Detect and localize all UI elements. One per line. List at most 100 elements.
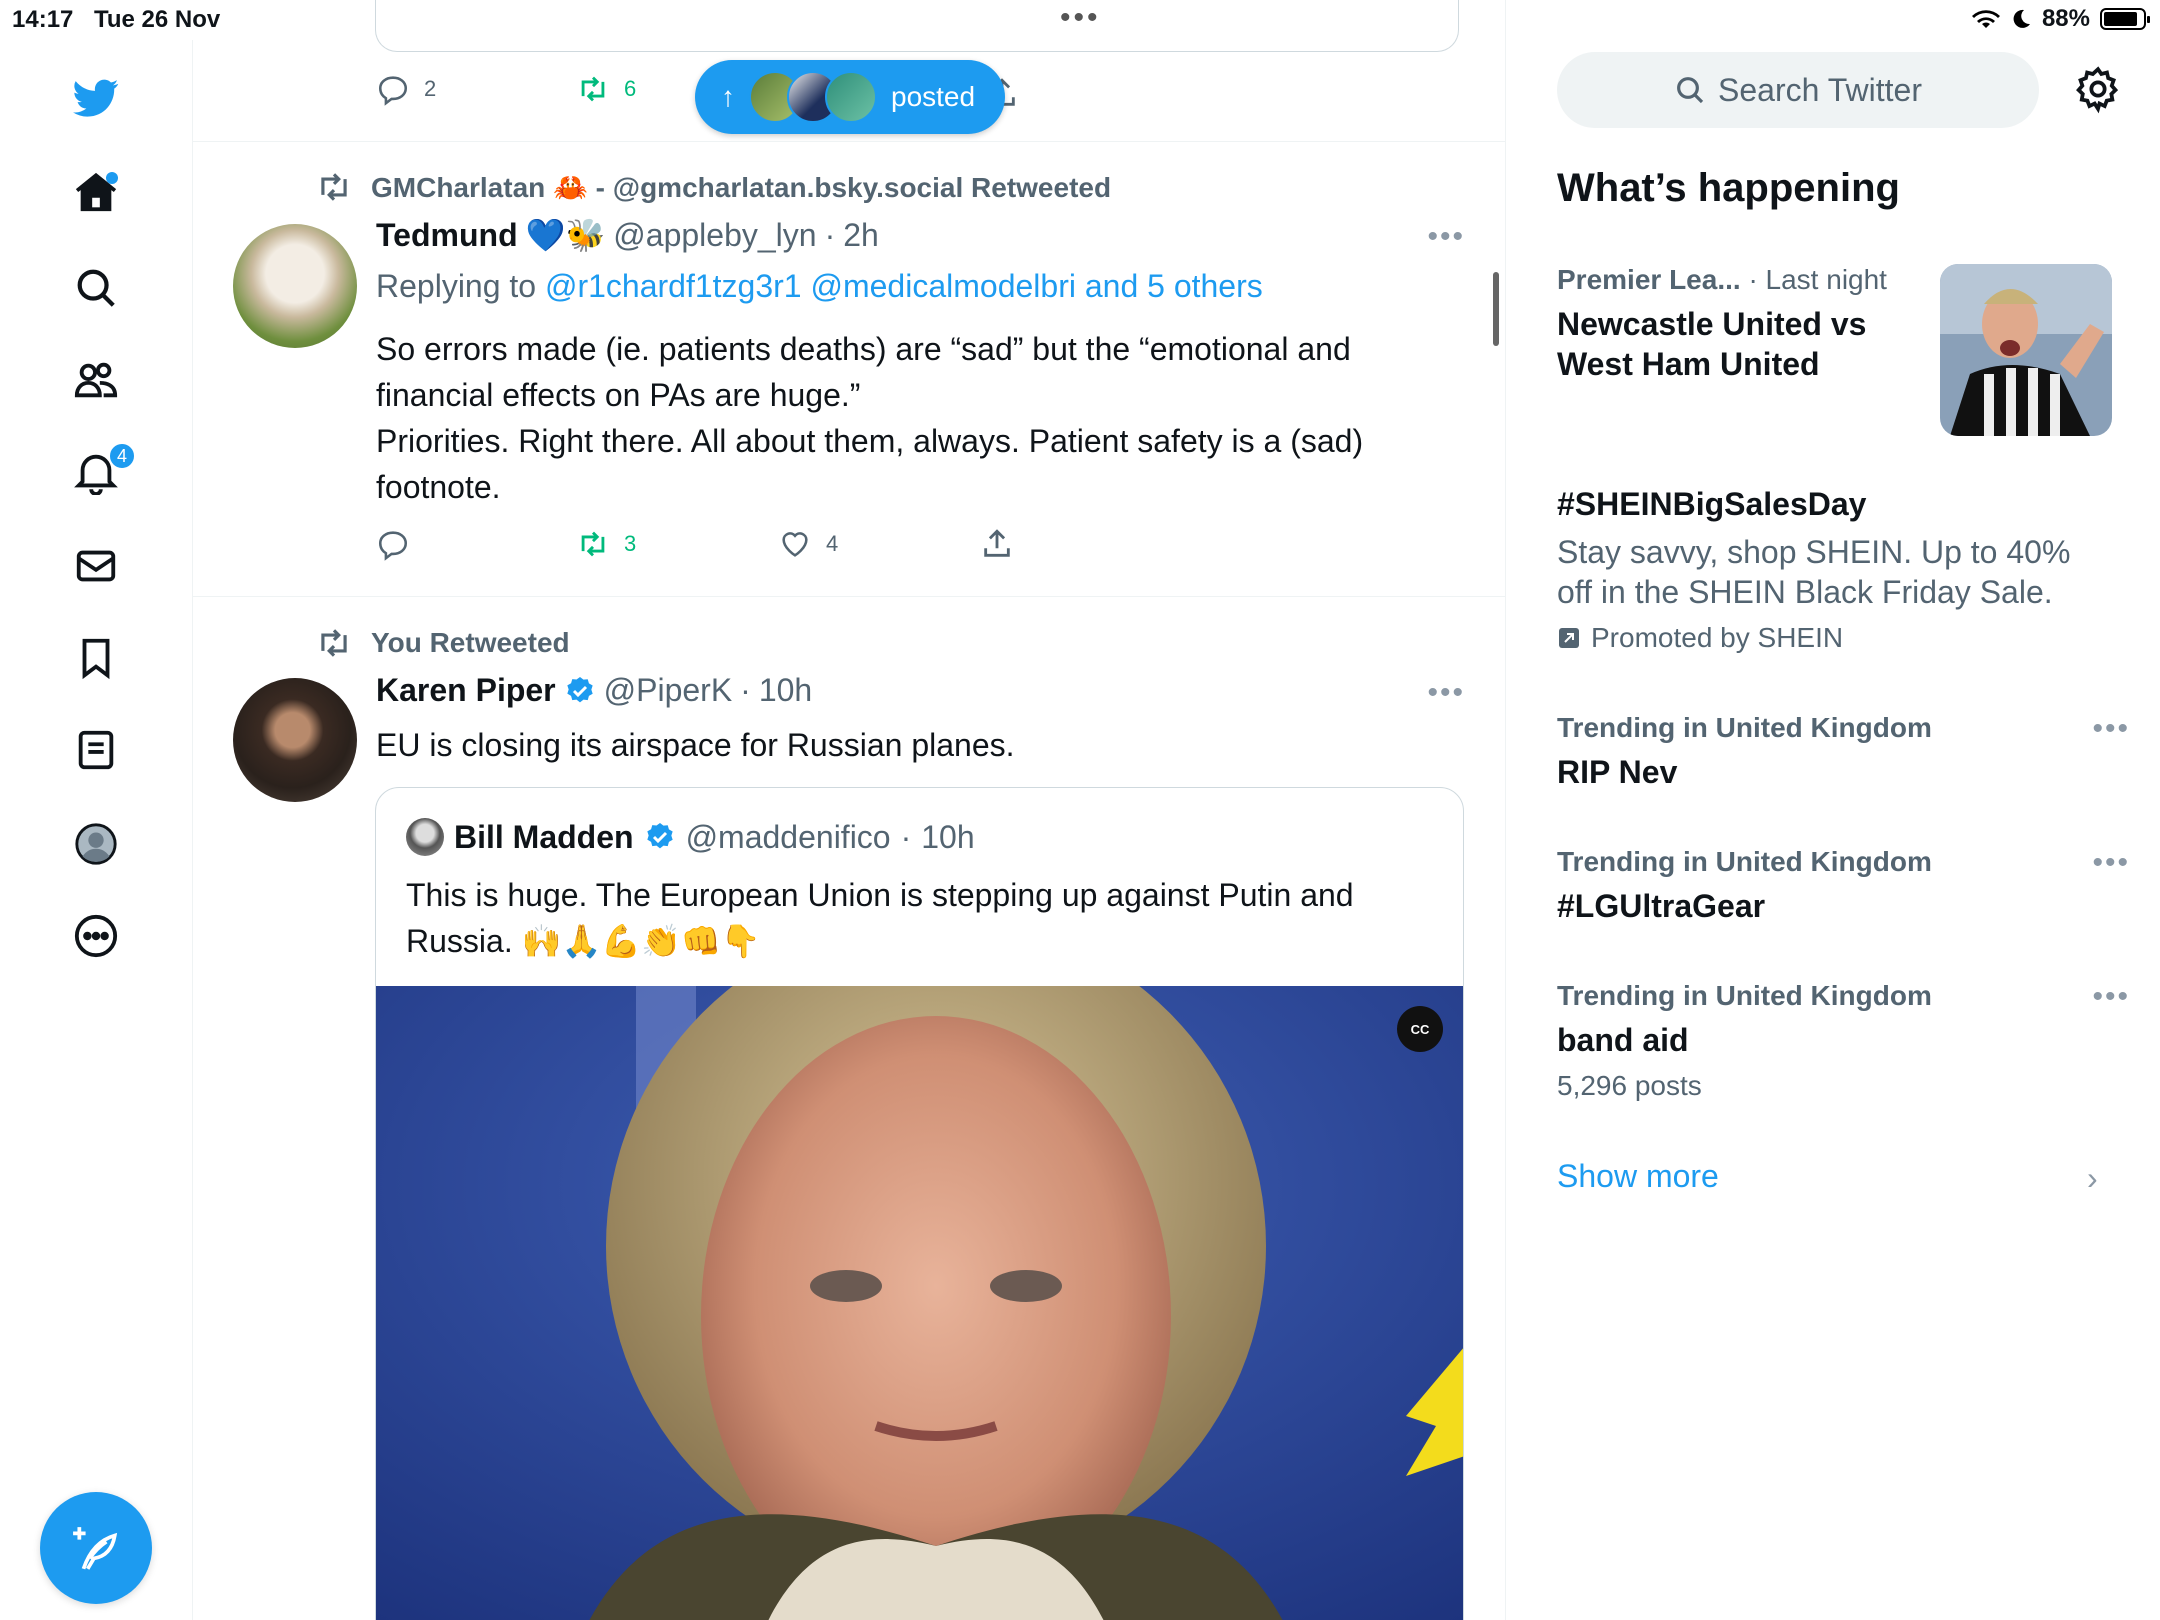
trend-topic: Newcastle United vs West Ham United [1557, 304, 1937, 384]
whats-happening-title: What’s happening [1557, 166, 1900, 210]
home-icon[interactable] [66, 162, 126, 222]
arrow-up-icon: ↑ [721, 81, 735, 112]
dot-separator: · [900, 818, 912, 855]
trend-desc-line: off in the SHEIN Black Friday Sale. [1557, 574, 2053, 610]
share-icon [984, 529, 1010, 557]
tweet-text-line: footnote. [376, 469, 501, 505]
trend-time: · Last night [1748, 264, 1887, 295]
reply-count: 2 [424, 76, 437, 101]
right-sidebar: Search Twitter What’s happening Premier … [1507, 0, 2160, 1620]
tweet-more-icon[interactable]: ••• [1427, 220, 1465, 254]
trend-item[interactable]: Trending in United Kingdom band aid 5,29… [1557, 980, 2117, 1102]
like-count: 4 [826, 531, 839, 556]
tweet-time[interactable]: 10h [759, 672, 812, 709]
like-button[interactable]: 4 [778, 527, 980, 561]
trend-more-icon[interactable]: ••• [2092, 712, 2130, 746]
search-twitter-input[interactable]: Search Twitter [1557, 52, 2039, 128]
tweet-time[interactable]: 2h [843, 217, 879, 254]
trend-item[interactable]: Trending in United Kingdom #LGUltraGear [1557, 846, 2117, 926]
trend-more-icon[interactable]: ••• [2092, 980, 2130, 1014]
reply-button[interactable] [376, 527, 576, 561]
author-name[interactable]: Tedmund [376, 217, 518, 254]
share-button[interactable] [980, 527, 1014, 561]
communities-icon[interactable] [66, 350, 126, 410]
video-frame-image [376, 986, 1463, 1620]
reply-button[interactable]: 2 [376, 72, 576, 106]
retweeted-by-line[interactable]: GMCharlatan 🦀 - @gmcharlatan.bsky.social… [315, 168, 1111, 206]
football-player-image [1940, 264, 2112, 436]
messages-icon[interactable] [66, 536, 126, 596]
quote-text-line: This is huge. The European Union is step… [406, 877, 1354, 913]
home-unread-dot [106, 172, 118, 184]
scrollbar[interactable] [1493, 272, 1499, 346]
new-posts-pill[interactable]: ↑ posted [695, 60, 1005, 134]
trend-thumbnail[interactable] [1940, 264, 2112, 436]
notifications-badge: 4 [108, 442, 136, 470]
tweet-header: Tedmund 💙🐝 @appleby_lyn · 2h [376, 216, 879, 254]
trend-topic: band aid [1557, 1022, 1689, 1058]
search-icon [1677, 77, 1704, 104]
replying-to: Replying to @r1chardf1tzg3r1 @medicalmod… [376, 268, 1263, 305]
retweet-count: 6 [624, 76, 637, 101]
retweet-icon [321, 173, 347, 201]
reply-icon [378, 531, 408, 561]
heart-icon [782, 532, 808, 557]
author-handle[interactable]: @PiperK [604, 672, 733, 709]
trend-item[interactable]: Trending in United Kingdom RIP Nev [1557, 712, 2117, 792]
trend-meta: Trending in United Kingdom [1557, 712, 1932, 743]
quote-author-handle[interactable]: @maddenifico [686, 819, 891, 856]
tweet-text: EU is closing its airspace for Russian p… [376, 727, 1015, 763]
retweet-button[interactable]: 3 [576, 527, 778, 561]
author-name[interactable]: Karen Piper [376, 672, 556, 709]
quote-video[interactable]: CC [376, 986, 1463, 1620]
reply-icon [378, 76, 408, 106]
search-icon[interactable] [66, 258, 126, 318]
quote-text: This is huge. The European Union is step… [406, 872, 1436, 964]
tweet-header: Karen Piper @PiperK · 10h [376, 672, 812, 709]
quote-text-line: Russia. 🙌🙏💪👏👊👇 [406, 923, 761, 959]
more-options-icon[interactable] [66, 906, 126, 966]
tweet-more-icon[interactable]: ••• [1427, 676, 1465, 710]
bookmarks-icon[interactable] [66, 628, 126, 688]
lists-icon[interactable] [66, 720, 126, 780]
closed-captions-button[interactable]: CC [1397, 1006, 1443, 1052]
author-handle[interactable]: @appleby_lyn [613, 217, 816, 254]
tweet-text: So errors made (ie. patients deaths) are… [376, 326, 1456, 510]
retweet-icon [321, 629, 347, 657]
trend-topic: #LGUltraGear [1557, 888, 1766, 924]
divider [193, 596, 1505, 597]
retweeted-by-text: You Retweeted [371, 627, 570, 658]
tweet-actions: 3 4 [376, 527, 1014, 561]
trend-desc-line: Stay savvy, shop SHEIN. Up to 40% [1557, 534, 2071, 570]
quoted-tweet-card[interactable]: Bill Madden @maddenifico · 10h This is h… [375, 787, 1464, 1620]
quote-header: Bill Madden @maddenifico · 10h [406, 818, 975, 856]
left-navigation: 4 [0, 40, 193, 1620]
search-placeholder: Search Twitter [1718, 71, 1922, 108]
promoted-icon [1559, 628, 1579, 648]
retweet-button[interactable]: 6 [576, 72, 636, 106]
retweeted-by-line[interactable]: You Retweeted [315, 624, 570, 662]
quote-author-name[interactable]: Bill Madden [454, 819, 634, 856]
avatar-karen-piper[interactable] [233, 678, 357, 802]
settings-gear-icon[interactable] [2073, 64, 2123, 114]
pill-avatars [749, 71, 877, 123]
twitter-logo-icon[interactable] [66, 68, 126, 128]
trend-category: Premier Lea... [1557, 264, 1741, 295]
tweet-text-line: financial effects on PAs are huge.” [376, 377, 861, 413]
show-more-link[interactable]: Show more [1557, 1158, 1719, 1195]
quote-avatar[interactable] [406, 818, 444, 856]
replying-to-links[interactable]: @r1chardf1tzg3r1 @medicalmodelbri and 5 … [545, 268, 1263, 304]
avatar-tedmund[interactable] [233, 224, 357, 348]
divider [193, 141, 1505, 142]
previous-quote-card[interactable] [375, 0, 1459, 52]
trend-meta: Trending in United Kingdom [1557, 846, 1932, 877]
tweet-text-line: Priorities. Right there. All about them,… [376, 423, 1364, 459]
profile-avatar-icon[interactable] [66, 814, 126, 874]
trend-topic-line: West Ham United [1557, 346, 1820, 382]
trend-more-icon[interactable]: ••• [2092, 846, 2130, 880]
retweet-count: 3 [624, 531, 637, 556]
compose-tweet-button[interactable] [40, 1492, 152, 1604]
trend-post-count: 5,296 posts [1557, 1070, 1702, 1101]
trend-item-promoted[interactable]: #SHEINBigSalesDay Stay savvy, shop SHEIN… [1557, 484, 2117, 654]
trend-item[interactable]: Premier Lea... · Last night Newcastle Un… [1557, 264, 1937, 384]
